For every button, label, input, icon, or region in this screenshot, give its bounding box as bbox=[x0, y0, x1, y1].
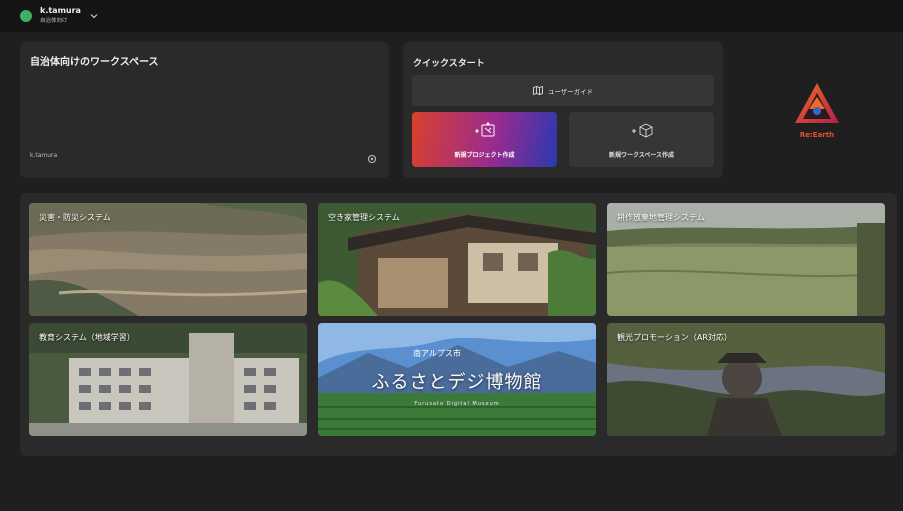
top-bar: k.tamura 自治体向け bbox=[0, 0, 903, 32]
user-menu[interactable]: k.tamura 自治体向け bbox=[20, 6, 99, 26]
workspace-title: 自治体向けのワークスペース bbox=[30, 57, 159, 68]
gear-icon[interactable] bbox=[367, 154, 377, 164]
user-name: k.tamura bbox=[40, 6, 81, 15]
project-card-label: 教育システム（地域学習） bbox=[39, 333, 135, 342]
reearth-logo-mark bbox=[795, 83, 839, 123]
new-project-icon bbox=[475, 122, 495, 137]
chevron-down-icon[interactable] bbox=[89, 11, 99, 21]
museum-subtitle: Furusato Digital Museum bbox=[414, 401, 500, 407]
new-project-label: 新規プロジェクト作成 bbox=[454, 152, 515, 159]
new-workspace-icon bbox=[632, 123, 653, 138]
user-guide-label: ユーザーガイド bbox=[547, 87, 594, 96]
museum-city: 南アルプス市 bbox=[413, 349, 461, 358]
project-card-label: 空き家管理システム bbox=[328, 213, 400, 222]
project-card-label: 耕作放棄地管理システム bbox=[617, 213, 705, 222]
project-grid: 災害・防災システム 空き家管理システム 耕作放棄地管理システム 教育システム（地… bbox=[20, 193, 897, 456]
project-card[interactable]: 耕作放棄地管理システム bbox=[607, 203, 885, 316]
map-icon bbox=[532, 86, 543, 95]
workspace-owner: k.tamura bbox=[30, 152, 58, 159]
logo-text: Re:Earth bbox=[799, 131, 835, 139]
project-card[interactable]: 観光プロモーション（AR対応） bbox=[607, 323, 885, 436]
new-workspace-button[interactable]: 新規ワークスペース作成 bbox=[569, 112, 714, 167]
project-card-label: 災害・防災システム bbox=[39, 213, 111, 222]
quickstart-panel: クイックスタート ユーザーガイド 新規プロジェクト作成 新規ワークスペース作成 bbox=[403, 42, 723, 178]
user-org: 自治体向け bbox=[40, 18, 68, 24]
project-card[interactable]: 南アルプス市 ふるさとデジ博物館 Furusato Digital Museum bbox=[318, 323, 596, 436]
project-card[interactable]: 災害・防災システム bbox=[29, 203, 307, 316]
quickstart-title: クイックスタート bbox=[413, 59, 485, 69]
project-card-label: 観光プロモーション（AR対応） bbox=[617, 333, 732, 342]
new-workspace-label: 新規ワークスペース作成 bbox=[608, 152, 675, 159]
project-card[interactable]: 教育システム（地域学習） bbox=[29, 323, 307, 436]
new-project-button[interactable]: 新規プロジェクト作成 bbox=[412, 112, 557, 167]
avatar bbox=[20, 10, 32, 22]
workspace-panel: 自治体向けのワークスペース k.tamura bbox=[20, 42, 389, 178]
reearth-logo: Re:Earth bbox=[789, 79, 845, 141]
project-card[interactable]: 空き家管理システム bbox=[318, 203, 596, 316]
museum-title: ふるさとデジ博物館 bbox=[371, 372, 543, 393]
user-guide-button[interactable]: ユーザーガイド bbox=[412, 75, 714, 106]
